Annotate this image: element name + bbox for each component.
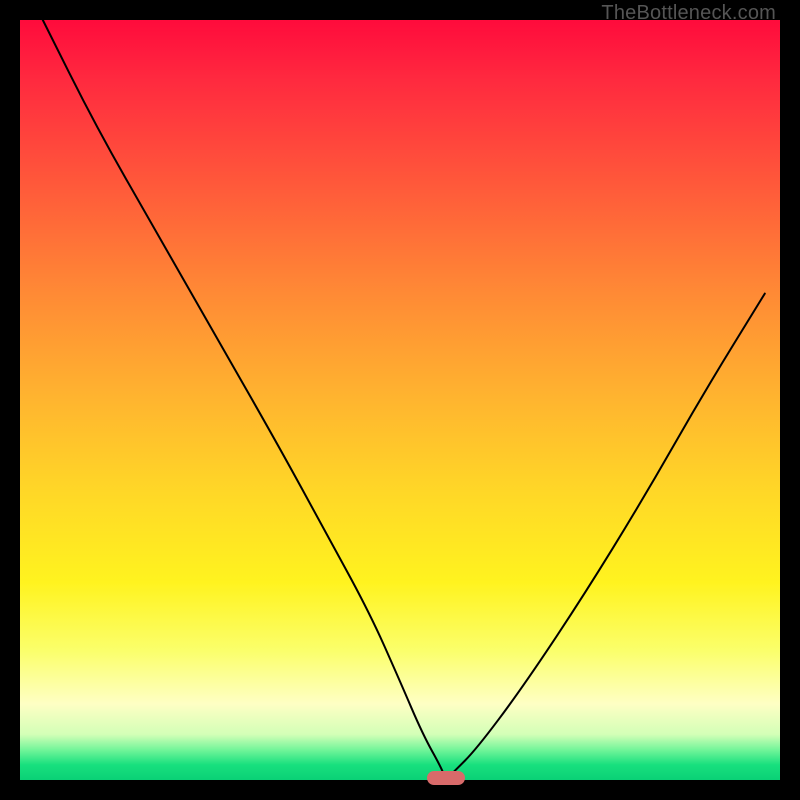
- plot-area: [20, 20, 780, 780]
- chart-frame: TheBottleneck.com: [0, 0, 800, 800]
- optimal-marker: [427, 771, 465, 785]
- watermark-text: TheBottleneck.com: [601, 2, 776, 25]
- curve-path: [43, 20, 765, 778]
- bottleneck-curve: [20, 20, 780, 780]
